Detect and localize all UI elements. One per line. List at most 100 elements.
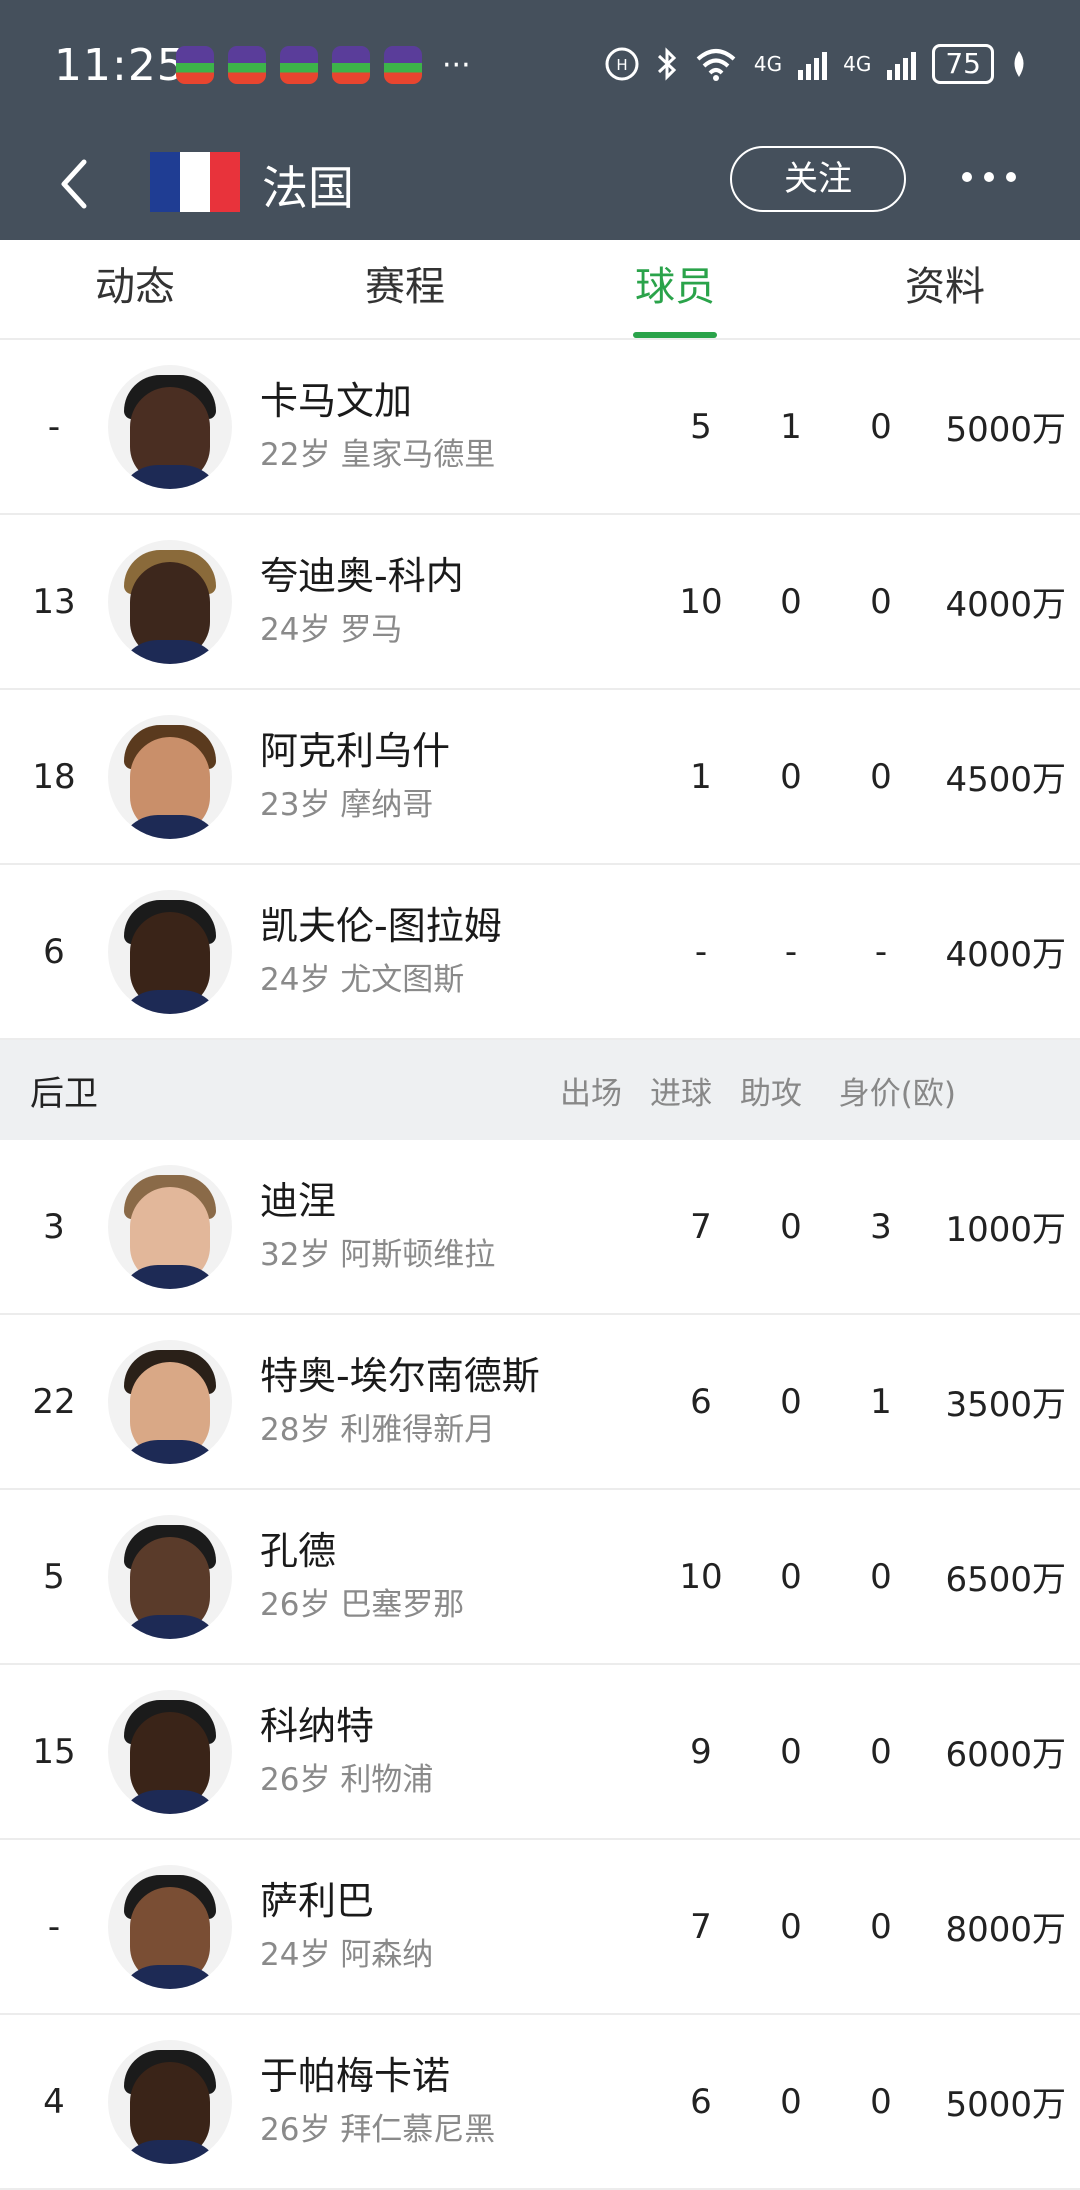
- player-assists: 0: [870, 1731, 892, 1772]
- network-4g-label: 4G: [753, 52, 783, 76]
- player-goals: 0: [780, 1906, 802, 1947]
- player-row[interactable]: 13 夸迪奥-科内 24岁 罗马 10 0 0 4000万: [0, 515, 1080, 690]
- player-assists: 0: [870, 756, 892, 797]
- column-header-apps: 出场: [560, 1075, 622, 1112]
- player-number: 18: [32, 756, 76, 797]
- player-row[interactable]: 15 科纳特 26岁 利物浦 9 0 0 6000万: [0, 1665, 1080, 1840]
- player-value: 6000万: [945, 1735, 1066, 1775]
- player-value: 5000万: [945, 410, 1066, 450]
- nav-bar: 法国 关注: [0, 130, 1080, 240]
- player-row[interactable]: - 卡马文加 22岁 皇家马德里 5 1 0 5000万: [0, 340, 1080, 515]
- player-name: 科纳特: [260, 1703, 375, 1748]
- tab-schedule[interactable]: 赛程: [270, 240, 540, 338]
- player-avatar: [108, 1339, 232, 1464]
- player-value: 8000万: [945, 1910, 1066, 1950]
- tab-bar: 动态 赛程 球员 资料: [0, 240, 1080, 340]
- player-number: 4: [43, 2081, 65, 2122]
- tab-news[interactable]: 动态: [0, 240, 270, 338]
- player-name: 阿克利乌什: [260, 728, 451, 773]
- app-notification-icon: [228, 46, 266, 84]
- hd-icon: H: [605, 47, 639, 81]
- player-apps: -: [694, 931, 708, 972]
- player-row[interactable]: - 萨利巴 24岁 阿森纳 7 0 0 8000万: [0, 1840, 1080, 2015]
- player-number: -: [47, 406, 61, 447]
- player-number: 15: [32, 1731, 76, 1772]
- section-header-defenders: 后卫 出场 进球 助攻 身价(欧): [0, 1040, 1080, 1140]
- tab-players[interactable]: 球员: [540, 240, 810, 338]
- player-assists: 0: [870, 2081, 892, 2122]
- player-apps: 10: [679, 581, 723, 622]
- follow-button[interactable]: 关注: [730, 146, 906, 212]
- status-time: 11:25: [54, 40, 186, 91]
- player-goals: 0: [780, 1206, 802, 1247]
- player-avatar: [108, 1864, 232, 1989]
- player-name: 卡马文加: [260, 378, 413, 423]
- player-value: 1000万: [945, 1210, 1066, 1250]
- player-assists: 0: [870, 1556, 892, 1597]
- player-number: 13: [32, 581, 76, 622]
- app-header: 11:25 ··· H 4G 4G 75 法国 关注: [0, 0, 1080, 240]
- page-title: 法国: [262, 161, 354, 215]
- player-apps: 10: [679, 1556, 723, 1597]
- player-meta: 24岁 罗马: [260, 611, 403, 648]
- player-list: - 卡马文加 22岁 皇家马德里 5 1 0 5000万 13 夸迪奥-科内 2…: [0, 340, 1080, 2190]
- player-name: 凯夫伦-图拉姆: [260, 903, 502, 948]
- column-header-goals: 进球: [650, 1075, 712, 1112]
- player-meta: 22岁 皇家马德里: [260, 436, 496, 473]
- more-options-icon[interactable]: [962, 172, 1016, 182]
- player-row[interactable]: 5 孔德 26岁 巴塞罗那 10 0 0 6500万: [0, 1490, 1080, 1665]
- column-header-value: 身价(欧): [838, 1075, 956, 1112]
- player-assists: 0: [870, 581, 892, 622]
- section-title: 后卫: [30, 1073, 98, 1114]
- player-avatar: [108, 539, 232, 664]
- player-goals: 0: [780, 581, 802, 622]
- player-value: 4500万: [945, 760, 1066, 800]
- player-goals: 0: [780, 1381, 802, 1422]
- player-number: 6: [43, 931, 65, 972]
- player-avatar: [108, 889, 232, 1014]
- tab-info[interactable]: 资料: [810, 240, 1080, 338]
- player-row[interactable]: 4 于帕梅卡诺 26岁 拜仁慕尼黑 6 0 0 5000万: [0, 2015, 1080, 2190]
- player-name: 萨利巴: [260, 1878, 375, 1923]
- player-name: 迪涅: [260, 1178, 337, 1223]
- player-name: 于帕梅卡诺: [260, 2053, 451, 2098]
- player-goals: -: [784, 931, 798, 972]
- player-value: 3500万: [945, 1385, 1066, 1425]
- player-row[interactable]: 22 特奥-埃尔南德斯 28岁 利雅得新月 6 0 1 3500万: [0, 1315, 1080, 1490]
- player-value: 6500万: [945, 1560, 1066, 1600]
- column-header-assists: 助攻: [740, 1075, 802, 1112]
- player-row[interactable]: 18 阿克利乌什 23岁 摩纳哥 1 0 0 4500万: [0, 690, 1080, 865]
- player-assists: 0: [870, 1906, 892, 1947]
- player-meta: 26岁 利物浦: [260, 1761, 434, 1798]
- player-goals: 0: [780, 2081, 802, 2122]
- flag-white-stripe: [180, 152, 210, 212]
- player-avatar: [108, 364, 232, 489]
- player-apps: 7: [690, 1906, 712, 1947]
- player-name: 特奥-埃尔南德斯: [260, 1353, 540, 1398]
- player-meta: 24岁 阿森纳: [260, 1936, 434, 1973]
- player-meta: 26岁 拜仁慕尼黑: [260, 2111, 496, 2148]
- player-apps: 7: [690, 1206, 712, 1247]
- player-name: 孔德: [260, 1528, 337, 1573]
- flag-blue-stripe: [150, 152, 180, 212]
- player-row[interactable]: 3 迪涅 32岁 阿斯顿维拉 7 0 3 1000万: [0, 1140, 1080, 1315]
- player-value: 4000万: [945, 585, 1066, 625]
- player-assists: -: [874, 931, 888, 972]
- player-assists: 0: [870, 406, 892, 447]
- svg-text:H: H: [616, 56, 627, 74]
- system-icons: H 4G 4G 75: [604, 44, 1028, 84]
- player-number: 3: [43, 1206, 65, 1247]
- player-apps: 6: [690, 1381, 712, 1422]
- player-apps: 6: [690, 2081, 712, 2122]
- player-goals: 0: [780, 1731, 802, 1772]
- player-goals: 0: [780, 756, 802, 797]
- network-4g-label: 4G: [843, 52, 872, 76]
- player-apps: 5: [690, 406, 712, 447]
- status-bar: 11:25 ··· H 4G 4G 75: [0, 0, 1080, 130]
- back-arrow-icon[interactable]: [54, 154, 94, 214]
- player-avatar: [108, 2039, 232, 2164]
- wifi-icon: [696, 49, 736, 81]
- app-notification-icon: [280, 46, 318, 84]
- player-number: 5: [43, 1556, 65, 1597]
- player-row[interactable]: 6 凯夫伦-图拉姆 24岁 尤文图斯 - - - 4000万: [0, 865, 1080, 1040]
